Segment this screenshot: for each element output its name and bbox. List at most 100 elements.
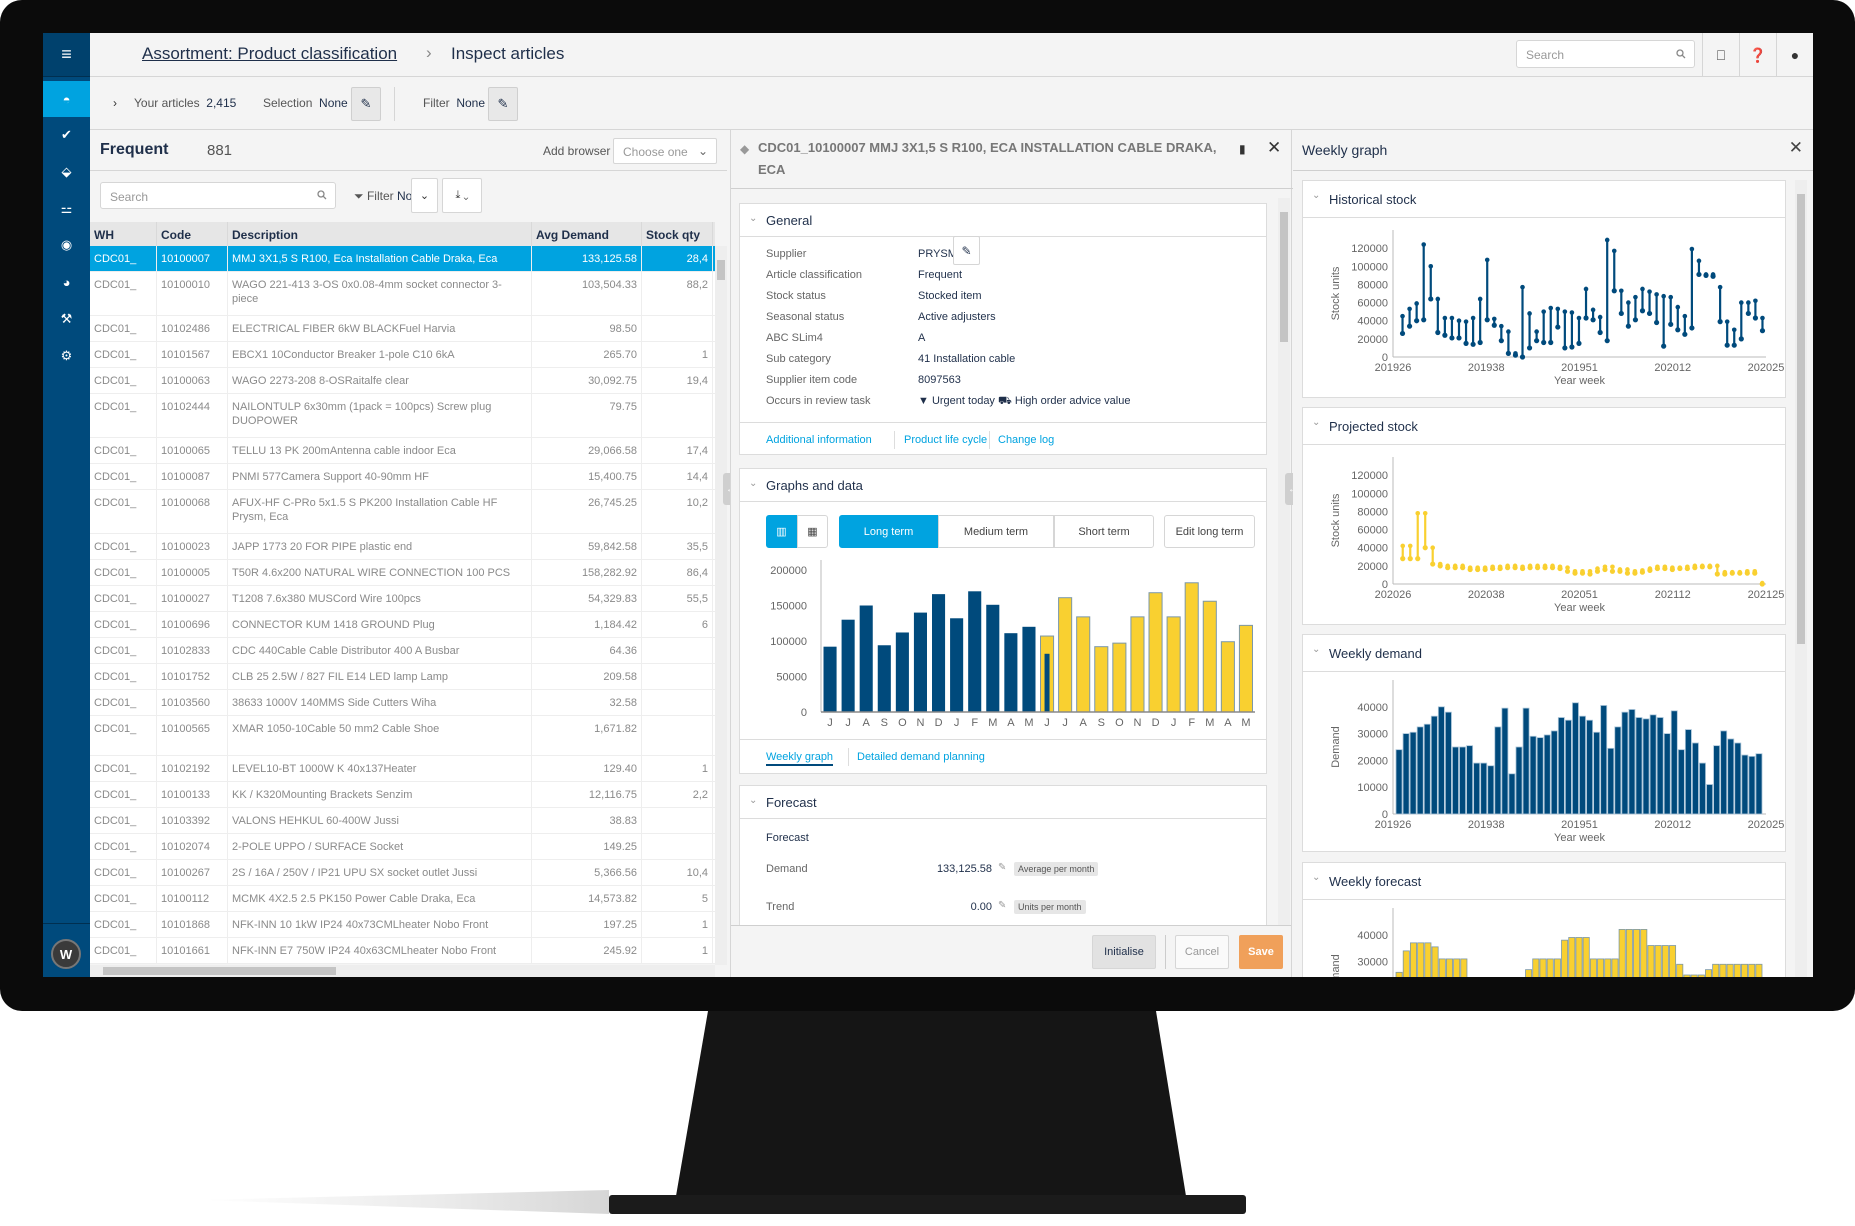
column-header-wh[interactable]: WH [90, 222, 157, 246]
table-row[interactable]: CDC01_ 10100010 WAGO 221-413 3-OS 0x0.08-4… [90, 272, 715, 316]
table-row[interactable]: CDC01_ 10101567 EBCX1 10Conductor Breaker … [90, 342, 715, 368]
table-row[interactable]: CDC01_ 10102074 2-POLE UPPO / SURFACE Sock… [90, 834, 715, 860]
sidebar-item-routes[interactable]: ⚍ [43, 191, 90, 227]
stock-max-point [1710, 272, 1716, 277]
hamburger-icon[interactable]: ≡ [43, 33, 90, 77]
table-row[interactable]: CDC01_ 10102192 LEVEL10-BT 1000W K 40x137H… [90, 756, 715, 782]
demand-value[interactable]: 133,125.58 [937, 863, 992, 875]
cell-code: 10100010 [157, 272, 228, 315]
review-task-high-order[interactable]: High order advice value [1015, 395, 1131, 407]
cell-stock-qty: 19,4 [642, 368, 713, 393]
browser-search-input[interactable]: Search [100, 182, 336, 209]
table-row[interactable]: CDC01_ 10100133 KK / K320Mounting Brackets… [90, 782, 715, 808]
table-row[interactable]: CDC01_ 10100068 AFUX-HF C-PRo 5x1.5 S PK20… [90, 490, 715, 534]
link-product-life-cycle[interactable]: Product life cycle [904, 434, 987, 446]
scrollbar-thumb[interactable] [1797, 194, 1805, 644]
detail-vertical-scrollbar[interactable] [1278, 198, 1290, 925]
table-row[interactable]: CDC01_ 10101661 NFK-INN E7 750W IP24 40x63… [90, 938, 715, 964]
sidebar-item-reports[interactable]: ◕ [43, 264, 90, 300]
weekly-vertical-scrollbar[interactable] [1795, 180, 1807, 977]
cancel-button[interactable]: Cancel [1175, 935, 1229, 969]
table-row[interactable]: CDC01_ 10100023 JAPP 1773 20 FOR PIPE plas… [90, 534, 715, 560]
table-row[interactable]: CDC01_ 10100112 MCMK 4X2.5 2.5 PK150 Power… [90, 886, 715, 912]
table-row[interactable]: CDC01_ 10100005 T50R 4.6x200 NATURAL WIRE … [90, 560, 715, 586]
add-browser-select[interactable]: Choose one ⌄ [613, 138, 717, 164]
bookmark-button[interactable]: ⎕ [1702, 33, 1739, 77]
pencil-icon[interactable]: ✎ [998, 862, 1006, 873]
table-row[interactable]: CDC01_ 10103560 38633 1000V 140MMS Side Cu… [90, 690, 715, 716]
column-header-avg-demand[interactable]: Avg Demand [532, 222, 642, 246]
chat-button[interactable]: ● [1776, 33, 1813, 77]
tab-medium-term[interactable]: Medium term [938, 515, 1054, 548]
export-button[interactable]: ⤓ ⌄ [442, 178, 482, 213]
browser-count: 881 [207, 142, 233, 159]
save-button[interactable]: Save [1239, 935, 1283, 969]
table-row[interactable]: CDC01_ 10100267 2S / 16A / 250V / IP21 UPU… [90, 860, 715, 886]
sidebar-item-settings[interactable]: ⚙ [43, 338, 90, 374]
table-row[interactable]: CDC01_ 10100696 CONNECTOR KUM 1418 GROUND … [90, 612, 715, 638]
table-row[interactable]: CDC01_ 10100063 WAGO 2273-208 8-OSRaitalfe… [90, 368, 715, 394]
stock-max-point [1744, 569, 1750, 574]
close-icon[interactable]: ✕ [1267, 138, 1281, 158]
close-icon[interactable]: ✕ [1789, 138, 1803, 158]
table-view-button[interactable]: ▦ [797, 515, 828, 548]
weekly-forecast-header[interactable]: ⌄ Weekly forecast [1303, 863, 1785, 900]
table-row[interactable]: CDC01_ 10101868 NFK-INN 10 1kW IP24 40x73C… [90, 912, 715, 938]
table-row[interactable]: CDC01_ 10100065 TELLU 13 PK 200mAntenna ca… [90, 438, 715, 464]
help-button[interactable]: ❓ [1739, 33, 1776, 77]
edit-selection-button[interactable]: ✎ [351, 87, 381, 121]
global-search-input[interactable]: Search [1516, 40, 1695, 68]
link-additional-information[interactable]: Additional information [766, 434, 872, 446]
table-row[interactable]: CDC01_ 10102486 ELECTRICAL FIBER 6kW BLACK… [90, 316, 715, 342]
link-weekly-graph[interactable]: Weekly graph [766, 751, 834, 766]
scrollbar-thumb[interactable] [1280, 212, 1288, 342]
scrollbar-thumb[interactable] [103, 967, 336, 975]
weekly-demand-header[interactable]: ⌄ Weekly demand [1303, 635, 1785, 672]
pencil-icon[interactable]: ✎ [998, 900, 1006, 911]
stock-max-point [1463, 319, 1469, 324]
column-header-code[interactable]: Code [157, 222, 228, 246]
initialise-button[interactable]: Initialise [1092, 935, 1156, 969]
tab-short-term[interactable]: Short term [1054, 515, 1154, 548]
general-header[interactable]: ⌄ General [740, 204, 1266, 237]
table-row[interactable]: CDC01_ 10103392 VALONS HEHKUL 60-400W Juss… [90, 808, 715, 834]
breadcrumb-link[interactable]: Assortment: Product classification [142, 44, 397, 64]
table-vertical-scrollbar[interactable] [715, 246, 727, 965]
chart-view-button[interactable]: ▥ [766, 515, 797, 548]
edit-supplier-button[interactable]: ✎ [953, 236, 980, 265]
scrollbar-thumb[interactable] [717, 260, 725, 280]
table-row[interactable]: CDC01_ 10100087 PNMI 577Camera Support 40-… [90, 464, 715, 490]
sidebar-item-tools[interactable]: ⚒ [43, 301, 90, 337]
trend-value[interactable]: 0.00 [971, 901, 992, 913]
table-row[interactable]: CDC01_ 10101752 CLB 25 2.5W / 827 FIL E14 … [90, 664, 715, 690]
historical-stock-header[interactable]: ⌄ Historical stock [1303, 181, 1785, 218]
table-row[interactable]: CDC01_ 10100007 MMJ 3X1,5 S R100, Eca Inst… [90, 246, 715, 272]
sidebar-item-tasks[interactable]: ✔ [43, 117, 90, 153]
table-horizontal-scrollbar[interactable] [90, 965, 715, 977]
graphs-header[interactable]: ⌄ Graphs and data [740, 469, 1266, 502]
sidebar-item-locations[interactable]: ⬙ [43, 154, 90, 190]
chevron-right-icon: › [426, 43, 432, 62]
tab-long-term[interactable]: Long term [839, 515, 938, 548]
sidebar-item-dashboard[interactable]: ◓ [43, 81, 90, 117]
avatar[interactable]: W [51, 939, 81, 969]
projected-stock-header[interactable]: ⌄ Projected stock [1303, 408, 1785, 445]
edit-filter-button[interactable]: ✎ [488, 87, 518, 121]
table-row[interactable]: CDC01_ 10100027 T1208 7.6x380 MUSCord Wire… [90, 586, 715, 612]
link-detailed-demand-planning[interactable]: Detailed demand planning [857, 751, 985, 763]
column-header-stock-qty[interactable]: Stock qty [642, 222, 713, 246]
sidebar-item-inspect[interactable]: ◉ [43, 227, 90, 263]
stock-max-point [1491, 316, 1497, 322]
table-row[interactable]: CDC01_ 10102444 NAILONTULP 6x30mm (1pack =… [90, 394, 715, 438]
forecast-header[interactable]: ⌄ Forecast [740, 786, 1266, 819]
review-task-urgent[interactable]: Urgent today [932, 395, 995, 407]
expand-chevron-icon[interactable]: › [113, 96, 117, 110]
column-header-description[interactable]: Description [228, 222, 532, 246]
edit-long-term-button[interactable]: Edit long term [1164, 515, 1255, 548]
bookmark-icon[interactable]: ▮ [1239, 142, 1246, 156]
table-row[interactable]: CDC01_ 10102833 CDC 440Cable Cable Distrib… [90, 638, 715, 664]
historical-stock-card: ⌄ Historical stock 0 20000 40000 60000 80000 1… [1302, 180, 1786, 398]
table-row[interactable]: CDC01_ 10100565 XMAR 1050-10Cable 50 mm2 C… [90, 716, 715, 756]
link-change-log[interactable]: Change log [998, 434, 1054, 446]
filter-dropdown-button[interactable]: ⌄ [411, 178, 438, 213]
